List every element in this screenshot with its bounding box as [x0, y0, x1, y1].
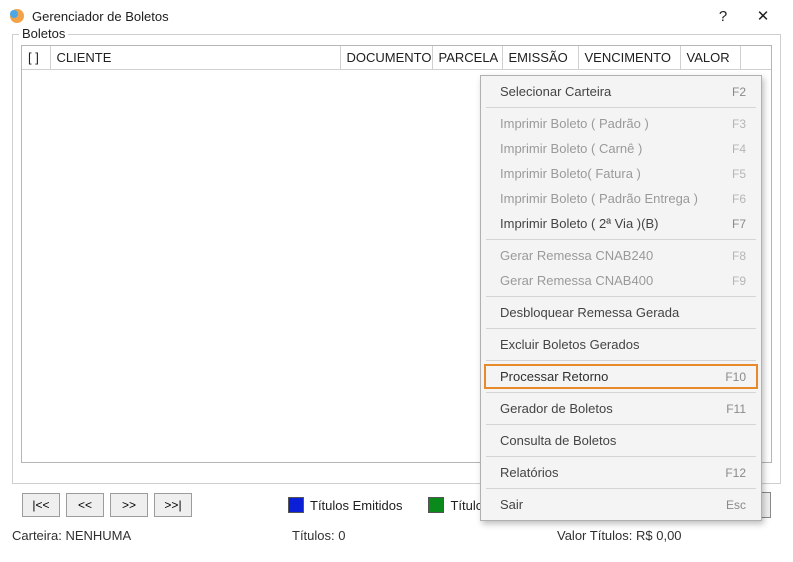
boletos-table[interactable]: [ ] CLIENTE DOCUMENTO PARCELA EMISSÃO VE… — [22, 46, 771, 70]
menu-item: Imprimir Boleto ( Padrão ) F3 — [484, 111, 758, 136]
menu-item[interactable]: Relatórios F12 — [484, 460, 758, 485]
menu-item-shortcut: F11 — [726, 402, 746, 416]
menu-item[interactable]: Consulta de Boletos — [484, 428, 758, 453]
menu-item: Gerar Remessa CNAB400 F9 — [484, 268, 758, 293]
menu-item-shortcut: F4 — [732, 142, 746, 156]
menu-separator — [486, 107, 756, 108]
menu-item[interactable]: Processar Retorno F10 — [484, 364, 758, 389]
menu-item-shortcut: F9 — [732, 274, 746, 288]
status-carteira: Carteira: NENHUMA — [12, 528, 292, 543]
swatch-emitidos-icon — [288, 497, 304, 513]
menu-item-shortcut: F5 — [732, 167, 746, 181]
nav-first-button[interactable]: |<< — [22, 493, 60, 517]
menu-item: Imprimir Boleto ( Padrão Entrega ) F6 — [484, 186, 758, 211]
menu-item-label: Sair — [500, 497, 523, 512]
menu-item-shortcut: F3 — [732, 117, 746, 131]
menu-separator — [486, 488, 756, 489]
menu-item-label: Consulta de Boletos — [500, 433, 616, 448]
menu-item-label: Desbloquear Remessa Gerada — [500, 305, 679, 320]
menu-item-shortcut: F10 — [725, 370, 746, 384]
menu-item: Imprimir Boleto ( Carnê ) F4 — [484, 136, 758, 161]
menu-item-label: Processar Retorno — [500, 369, 608, 384]
col-valor[interactable]: VALOR — [680, 46, 740, 70]
menu-item-label: Selecionar Carteira — [500, 84, 611, 99]
legend-emitidos: Títulos Emitidos — [310, 498, 402, 513]
menu-item-label: Imprimir Boleto ( 2ª Via )(B) — [500, 216, 658, 231]
menu-item-label: Gerar Remessa CNAB400 — [500, 273, 653, 288]
menu-item-shortcut: F12 — [725, 466, 746, 480]
col-emissao[interactable]: EMISSÃO — [502, 46, 578, 70]
menu-item[interactable]: Imprimir Boleto ( 2ª Via )(B) F7 — [484, 211, 758, 236]
menu-item-shortcut: F7 — [732, 217, 746, 231]
nav-prev-button[interactable]: << — [66, 493, 104, 517]
menu-item-shortcut: Esc — [726, 498, 746, 512]
menu-separator — [486, 239, 756, 240]
menu-separator — [486, 392, 756, 393]
menu-item[interactable]: Sair Esc — [484, 492, 758, 517]
nav-next-button[interactable]: >> — [110, 493, 148, 517]
menu-item-shortcut: F6 — [732, 192, 746, 206]
context-menu: Selecionar Carteira F2 Imprimir Boleto ( P… — [480, 75, 762, 521]
close-button[interactable]: ✕ — [743, 7, 783, 25]
titlebar: Gerenciador de Boletos ? ✕ — [0, 0, 793, 30]
help-button[interactable]: ? — [703, 8, 743, 25]
status-valor: Valor Títulos: R$ 0,00 — [557, 528, 781, 543]
menu-item: Imprimir Boleto( Fatura ) F5 — [484, 161, 758, 186]
menu-item-label: Excluir Boletos Gerados — [500, 337, 639, 352]
nav-last-button[interactable]: >>| — [154, 493, 192, 517]
menu-separator — [486, 424, 756, 425]
app-icon — [8, 7, 26, 25]
col-documento[interactable]: DOCUMENTO — [340, 46, 432, 70]
group-legend: Boletos — [19, 26, 68, 41]
menu-item[interactable]: Selecionar Carteira F2 — [484, 79, 758, 104]
col-cliente[interactable]: CLIENTE — [50, 46, 340, 70]
status-bar: Carteira: NENHUMA Títulos: 0 Valor Títul… — [0, 526, 793, 549]
status-titulos: Títulos: 0 — [292, 528, 557, 543]
menu-item-label: Imprimir Boleto ( Padrão ) — [500, 116, 649, 131]
menu-item[interactable]: Desbloquear Remessa Gerada — [484, 300, 758, 325]
swatch-impressos-icon — [428, 497, 444, 513]
col-checkbox[interactable]: [ ] — [22, 46, 50, 70]
menu-item-shortcut: F8 — [732, 249, 746, 263]
menu-item-label: Imprimir Boleto ( Carnê ) — [500, 141, 642, 156]
col-padding — [740, 46, 771, 70]
col-vencimento[interactable]: VENCIMENTO — [578, 46, 680, 70]
menu-item[interactable]: Excluir Boletos Gerados — [484, 332, 758, 357]
menu-separator — [486, 360, 756, 361]
menu-separator — [486, 328, 756, 329]
menu-item: Gerar Remessa CNAB240 F8 — [484, 243, 758, 268]
menu-item-shortcut: F2 — [732, 85, 746, 99]
col-parcela[interactable]: PARCELA — [432, 46, 502, 70]
table-header-row: [ ] CLIENTE DOCUMENTO PARCELA EMISSÃO VE… — [22, 46, 771, 70]
menu-item-label: Gerador de Boletos — [500, 401, 613, 416]
menu-item-label: Relatórios — [500, 465, 559, 480]
menu-item-label: Imprimir Boleto ( Padrão Entrega ) — [500, 191, 698, 206]
menu-item-label: Gerar Remessa CNAB240 — [500, 248, 653, 263]
menu-separator — [486, 296, 756, 297]
menu-separator — [486, 456, 756, 457]
window-title: Gerenciador de Boletos — [32, 9, 703, 24]
menu-item[interactable]: Gerador de Boletos F11 — [484, 396, 758, 421]
menu-item-label: Imprimir Boleto( Fatura ) — [500, 166, 641, 181]
